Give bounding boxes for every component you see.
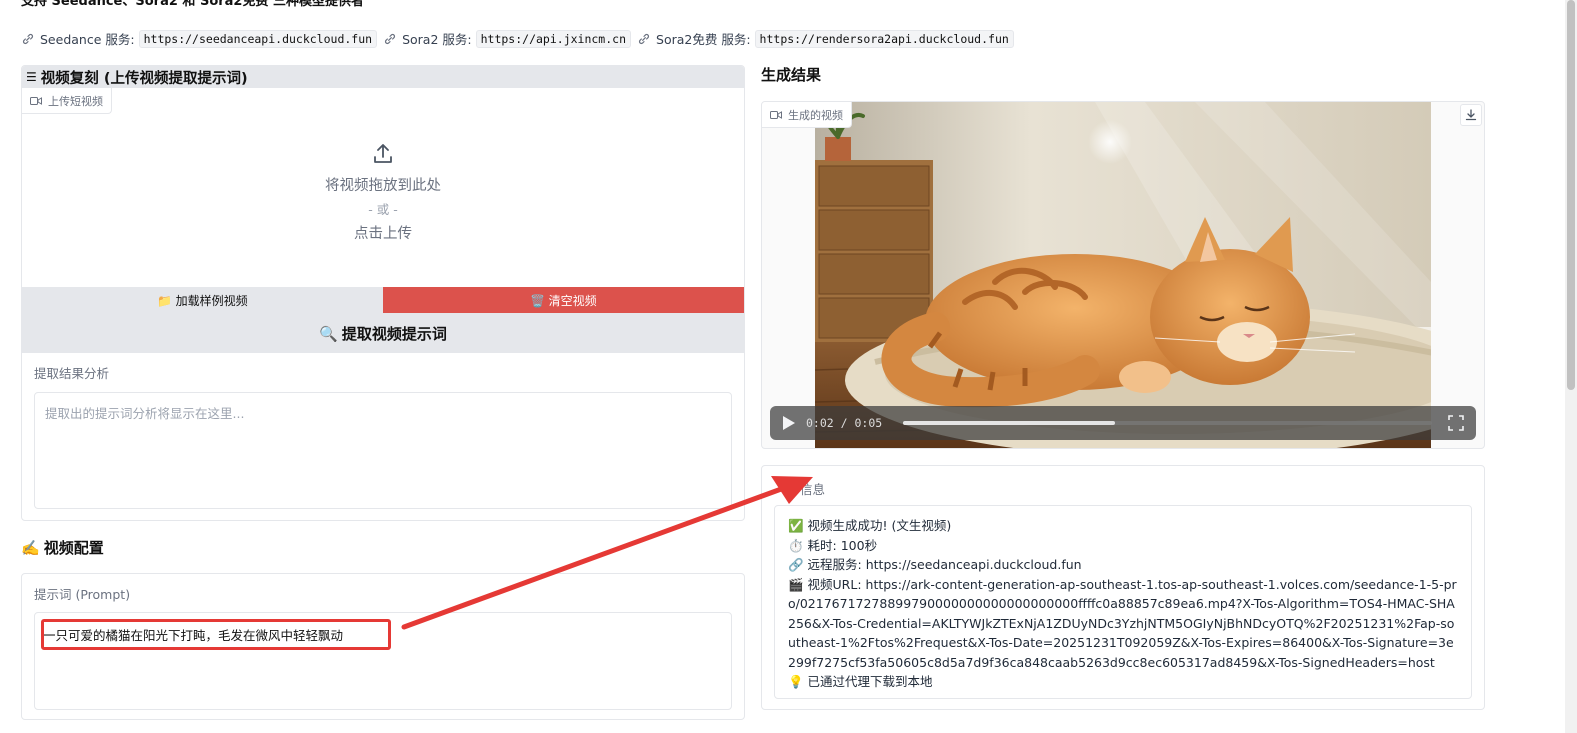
video-badge: 生成的视频	[762, 102, 852, 128]
download-button[interactable]	[1460, 104, 1482, 126]
play-icon[interactable]	[782, 415, 796, 431]
current-time: 0:02	[806, 416, 834, 430]
video-progress-track[interactable]	[903, 421, 1432, 425]
video-badge-label: 生成的视频	[788, 108, 843, 122]
prompt-label: 提示词 (Prompt)	[34, 587, 131, 602]
scrollbar-thumb[interactable]	[1567, 0, 1575, 390]
download-icon	[1465, 109, 1477, 121]
service-url-seedance: https://seedanceapi.duckcloud.fun	[138, 29, 378, 48]
drop-text: 将视频拖放到此处	[325, 178, 441, 194]
video-player[interactable]	[815, 102, 1431, 448]
page-subtitle: 支持 Seedance、Sora2 和 Sora2免费 三种模型提供者	[21, 0, 365, 9]
video-upload-dropzone[interactable]: 上传短视频 将视频拖放到此处 - 或 - 点击上传	[22, 88, 744, 287]
info-textbox[interactable]: ✅ 视频生成成功! (文生视频) ⏱️ 耗时: 100秒 🔗 远程服务: htt…	[774, 505, 1472, 699]
fullscreen-icon[interactable]	[1448, 415, 1464, 431]
writing-hand-icon: ✍️	[21, 538, 40, 557]
video-config-title: ✍️ 视频配置	[21, 537, 104, 558]
info-line-duration: ⏱️ 耗时: 100秒	[788, 537, 878, 553]
info-line-remote-service: 🔗 远程服务: https://seedanceapi.duckcloud.fu…	[788, 557, 1082, 572]
info-line-video-url: 🎬 视频URL: https://ark-content-generation-…	[788, 576, 1457, 670]
analysis-textarea[interactable]: 提取出的提示词分析将显示在这里...	[34, 392, 732, 509]
list-icon: ☰	[26, 70, 37, 84]
info-line-proxy: 💡 已通过代理下载到本地	[788, 674, 933, 689]
video-copy-panel: ☰ 视频复刻 (上传视频提取提示词) 上传短视频 将视频拖放到此处 - 或 - …	[21, 65, 745, 521]
service-label-seedance: Seedance 服务:	[40, 32, 135, 47]
service-label-sora2: Sora2 服务:	[402, 32, 472, 47]
video-camera-icon	[770, 110, 782, 119]
link-icon	[385, 33, 396, 44]
page-scrollbar[interactable]	[1565, 0, 1577, 733]
link-icon	[22, 33, 34, 44]
clear-video-button[interactable]: 🗑️ 清空视频	[383, 287, 744, 313]
services-line: Seedance 服务: https://seedanceapi.duckclo…	[21, 29, 1020, 48]
video-progress-fill	[903, 421, 1115, 425]
info-panel: 信息 ✅ 视频生成成功! (文生视频) ⏱️ 耗时: 100秒 🔗 远程服务: …	[761, 465, 1485, 710]
video-controls: 0:02 / 0:05	[770, 406, 1476, 440]
or-text: - 或 -	[368, 202, 398, 217]
click-upload-text: 点击上传	[354, 226, 412, 242]
video-copy-title: 视频复刻 (上传视频提取提示词)	[40, 70, 248, 87]
info-label: 信息	[800, 482, 826, 497]
analysis-section: 提取结果分析 提取出的提示词分析将显示在这里...	[22, 353, 744, 519]
service-url-sora2-free: https://rendersora2api.duckcloud.fun	[754, 29, 1014, 48]
extract-prompt-button[interactable]: 🔍 提取视频提示词	[22, 313, 744, 353]
analysis-label: 提取结果分析	[34, 366, 110, 381]
result-title: 生成结果	[761, 66, 822, 84]
info-line-status: ✅ 视频生成成功! (文生视频)	[788, 518, 952, 533]
cat-video-frame	[815, 102, 1431, 448]
service-url-sora2: https://api.jxincm.cn	[475, 29, 632, 48]
service-label-sora2-free: Sora2免费 服务:	[656, 32, 751, 47]
video-time: 0:02 / 0:05	[806, 416, 883, 430]
video-copy-header: ☰ 视频复刻 (上传视频提取提示词)	[22, 66, 744, 88]
video-config-title-text: 视频配置	[43, 539, 104, 557]
generated-video-panel: 生成的视频 0:02 / 0:05	[761, 101, 1485, 449]
upload-badge-label: 上传短视频	[48, 94, 103, 108]
duration: 0:05	[854, 416, 883, 430]
load-sample-video-button[interactable]: 📁 加载样例视频	[22, 287, 383, 313]
upload-prompt: 将视频拖放到此处 - 或 - 点击上传	[22, 142, 744, 246]
upload-icon	[374, 144, 392, 163]
upload-badge: 上传短视频	[22, 88, 112, 114]
video-camera-icon	[30, 96, 42, 105]
upload-button-row: 📁 加载样例视频 🗑️ 清空视频	[22, 287, 744, 313]
link-icon	[638, 33, 650, 44]
annotation-highlight-box	[41, 619, 391, 650]
